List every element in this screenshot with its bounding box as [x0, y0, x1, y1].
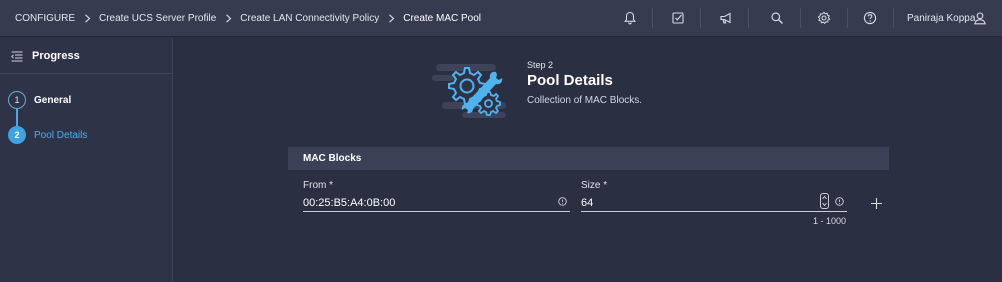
chevron-right-icon [379, 14, 403, 23]
size-range-hint: 1 - 1000 [813, 216, 847, 226]
size-stepper[interactable] [820, 193, 829, 209]
progress-header: Progress [0, 38, 173, 74]
chevron-right-icon [216, 14, 240, 23]
add-block-icon[interactable] [870, 197, 883, 210]
info-icon[interactable] [835, 197, 844, 206]
breadcrumb-lan-policy[interactable]: Create LAN Connectivity Policy [240, 13, 379, 24]
from-field-wrapper [303, 193, 570, 212]
top-bar: CONFIGURE Create UCS Server Profile Crea… [0, 0, 1002, 37]
size-field-wrapper [581, 193, 847, 212]
from-input[interactable] [303, 194, 570, 212]
breadcrumb-mac-pool: Create MAC Pool [403, 13, 482, 24]
divider [652, 8, 653, 28]
collapse-menu-icon[interactable] [11, 51, 23, 62]
step-kicker: Step 2 [527, 60, 554, 70]
step-general[interactable]: 1 General [8, 90, 168, 110]
gear-wrench-illustration [432, 64, 506, 118]
step-label: General [34, 94, 72, 106]
page-subtitle: Collection of MAC Blocks. [527, 95, 643, 106]
progress-title: Progress [32, 50, 80, 62]
megaphone-icon[interactable] [717, 9, 735, 27]
step-number: 1 [8, 91, 26, 109]
section-title: MAC Blocks [303, 153, 362, 164]
divider [748, 8, 749, 28]
step-label: Pool Details [34, 129, 88, 141]
step-pool-details[interactable]: 2 Pool Details [8, 125, 168, 145]
progress-sidebar: Progress [0, 38, 173, 282]
page-title: Pool Details [527, 72, 613, 89]
user-name[interactable]: Paniraja Koppa [907, 0, 975, 37]
step-number: 2 [8, 126, 26, 144]
size-input[interactable] [581, 194, 811, 212]
breadcrumb-configure[interactable]: CONFIGURE [15, 13, 75, 24]
breadcrumb-server-profile[interactable]: Create UCS Server Profile [99, 13, 216, 24]
chevron-right-icon [75, 14, 99, 23]
info-icon[interactable] [558, 197, 567, 206]
divider [700, 8, 701, 28]
help-icon[interactable] [861, 9, 879, 27]
breadcrumb: CONFIGURE Create UCS Server Profile Crea… [15, 0, 481, 37]
size-label: Size * [581, 180, 608, 191]
gear-icon[interactable] [815, 9, 833, 27]
divider [847, 8, 848, 28]
checklist-icon[interactable] [669, 9, 687, 27]
divider [893, 8, 894, 28]
step-connector [16, 109, 18, 126]
search-icon[interactable] [768, 9, 786, 27]
user-icon[interactable] [973, 11, 987, 25]
from-label: From * [303, 180, 333, 191]
divider [800, 8, 801, 28]
mac-blocks-section-header: MAC Blocks [288, 147, 889, 170]
bell-icon[interactable] [621, 9, 639, 27]
